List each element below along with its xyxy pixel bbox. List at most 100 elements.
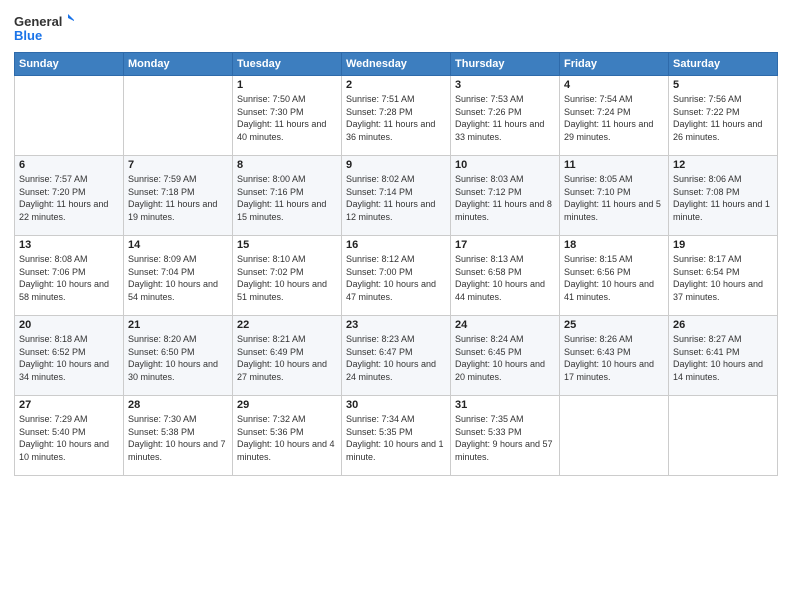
day-info: Sunrise: 7:56 AMSunset: 7:22 PMDaylight:…: [673, 93, 773, 143]
day-number: 9: [346, 159, 446, 171]
day-info: Sunrise: 7:54 AMSunset: 7:24 PMDaylight:…: [564, 93, 664, 143]
calendar-cell: 21 Sunrise: 8:20 AMSunset: 6:50 PMDayligh…: [124, 316, 233, 396]
calendar-cell: 31Sunrise: 7:35 AMSunset: 5:33 PMDayligh…: [451, 396, 560, 476]
day-info: Sunrise: 8:15 AMSunset: 6:56 PMDaylight:…: [564, 253, 664, 303]
day-number: 14: [128, 239, 228, 251]
calendar-cell: 30 Sunrise: 7:34 AMSunset: 5:35 PMDayligh…: [342, 396, 451, 476]
day-number: 13: [19, 239, 119, 251]
calendar-cell: 18 Sunrise: 8:15 AMSunset: 6:56 PMDayligh…: [560, 236, 669, 316]
calendar-cell: 7 Sunrise: 7:59 AMSunset: 7:18 PMDaylight…: [124, 156, 233, 236]
day-number: 2: [346, 79, 446, 91]
weekday-header-wednesday: Wednesday: [342, 53, 451, 76]
calendar-cell: [124, 76, 233, 156]
calendar-table: SundayMondayTuesdayWednesdayThursdayFrid…: [14, 52, 778, 476]
day-info: Sunrise: 7:35 AMSunset: 5:33 PMDaylight:…: [455, 413, 555, 463]
calendar-cell: 10 Sunrise: 8:03 AMSunset: 7:12 PMDayligh…: [451, 156, 560, 236]
calendar-cell: 9Sunrise: 8:02 AMSunset: 7:14 PMDaylight…: [342, 156, 451, 236]
day-number: 8: [237, 159, 337, 171]
day-number: 4: [564, 79, 664, 91]
day-info: Sunrise: 7:59 AMSunset: 7:18 PMDaylight:…: [128, 173, 228, 223]
calendar-cell: 17Sunrise: 8:13 AMSunset: 6:58 PMDayligh…: [451, 236, 560, 316]
day-info: Sunrise: 8:20 AMSunset: 6:50 PMDaylight:…: [128, 333, 228, 383]
day-info: Sunrise: 7:29 AMSunset: 5:40 PMDaylight:…: [19, 413, 119, 463]
day-info: Sunrise: 8:24 AMSunset: 6:45 PMDaylight:…: [455, 333, 555, 383]
day-number: 1: [237, 79, 337, 91]
day-info: Sunrise: 7:53 AMSunset: 7:26 PMDaylight:…: [455, 93, 555, 143]
weekday-header-saturday: Saturday: [669, 53, 778, 76]
day-number: 26: [673, 319, 773, 331]
day-number: 11: [564, 159, 664, 171]
day-number: 21: [128, 319, 228, 331]
day-number: 23: [346, 319, 446, 331]
logo-svg: General Blue: [14, 10, 74, 46]
calendar-cell: 4 Sunrise: 7:54 AMSunset: 7:24 PMDaylight…: [560, 76, 669, 156]
calendar-cell: 22 Sunrise: 8:21 AMSunset: 6:49 PMDayligh…: [233, 316, 342, 396]
day-number: 25: [564, 319, 664, 331]
day-number: 22: [237, 319, 337, 331]
day-info: Sunrise: 8:18 AMSunset: 6:52 PMDaylight:…: [19, 333, 119, 383]
weekday-header-thursday: Thursday: [451, 53, 560, 76]
day-number: 24: [455, 319, 555, 331]
day-info: Sunrise: 7:34 AMSunset: 5:35 PMDaylight:…: [346, 413, 446, 463]
day-info: Sunrise: 8:26 AMSunset: 6:43 PMDaylight:…: [564, 333, 664, 383]
calendar-cell: 11 Sunrise: 8:05 AMSunset: 7:10 PMDayligh…: [560, 156, 669, 236]
day-number: 19: [673, 239, 773, 251]
calendar-cell: 16Sunrise: 8:12 AMSunset: 7:00 PMDayligh…: [342, 236, 451, 316]
calendar-cell: 2 Sunrise: 7:51 AMSunset: 7:28 PMDaylight…: [342, 76, 451, 156]
calendar-cell: 23 Sunrise: 8:23 AMSunset: 6:47 PMDayligh…: [342, 316, 451, 396]
calendar-cell: 27Sunrise: 7:29 AMSunset: 5:40 PMDayligh…: [15, 396, 124, 476]
weekday-header-monday: Monday: [124, 53, 233, 76]
day-info: Sunrise: 8:23 AMSunset: 6:47 PMDaylight:…: [346, 333, 446, 383]
day-info: Sunrise: 7:51 AMSunset: 7:28 PMDaylight:…: [346, 93, 446, 143]
weekday-header-sunday: Sunday: [15, 53, 124, 76]
day-number: 30: [346, 399, 446, 411]
day-info: Sunrise: 8:12 AMSunset: 7:00 PMDaylight:…: [346, 253, 446, 303]
weekday-header-friday: Friday: [560, 53, 669, 76]
day-info: Sunrise: 7:30 AMSunset: 5:38 PMDaylight:…: [128, 413, 228, 463]
calendar-week-3: 13 Sunrise: 8:08 AMSunset: 7:06 PMDayligh…: [15, 236, 778, 316]
calendar-week-4: 20 Sunrise: 8:18 AMSunset: 6:52 PMDayligh…: [15, 316, 778, 396]
svg-text:General: General: [14, 14, 62, 29]
day-number: 29: [237, 399, 337, 411]
calendar-cell: [560, 396, 669, 476]
day-number: 5: [673, 79, 773, 91]
calendar-cell: 25 Sunrise: 8:26 AMSunset: 6:43 PMDayligh…: [560, 316, 669, 396]
calendar-cell: 5 Sunrise: 7:56 AMSunset: 7:22 PMDaylight…: [669, 76, 778, 156]
svg-text:Blue: Blue: [14, 28, 42, 43]
day-info: Sunrise: 8:06 AMSunset: 7:08 PMDaylight:…: [673, 173, 773, 223]
day-number: 12: [673, 159, 773, 171]
day-number: 6: [19, 159, 119, 171]
calendar-week-5: 27Sunrise: 7:29 AMSunset: 5:40 PMDayligh…: [15, 396, 778, 476]
day-info: Sunrise: 8:13 AMSunset: 6:58 PMDaylight:…: [455, 253, 555, 303]
calendar-cell: 19 Sunrise: 8:17 AMSunset: 6:54 PMDayligh…: [669, 236, 778, 316]
day-number: 18: [564, 239, 664, 251]
weekday-header-tuesday: Tuesday: [233, 53, 342, 76]
calendar-cell: [15, 76, 124, 156]
day-number: 20: [19, 319, 119, 331]
day-number: 7: [128, 159, 228, 171]
day-number: 3: [455, 79, 555, 91]
day-info: Sunrise: 7:57 AMSunset: 7:20 PMDaylight:…: [19, 173, 119, 223]
calendar-cell: 3 Sunrise: 7:53 AMSunset: 7:26 PMDaylight…: [451, 76, 560, 156]
day-info: Sunrise: 8:17 AMSunset: 6:54 PMDaylight:…: [673, 253, 773, 303]
calendar-week-1: 1 Sunrise: 7:50 AMSunset: 7:30 PMDaylight…: [15, 76, 778, 156]
calendar-cell: 24 Sunrise: 8:24 AMSunset: 6:45 PMDayligh…: [451, 316, 560, 396]
calendar-cell: 26 Sunrise: 8:27 AMSunset: 6:41 PMDayligh…: [669, 316, 778, 396]
day-info: Sunrise: 8:27 AMSunset: 6:41 PMDaylight:…: [673, 333, 773, 383]
day-info: Sunrise: 8:03 AMSunset: 7:12 PMDaylight:…: [455, 173, 555, 223]
day-info: Sunrise: 7:32 AMSunset: 5:36 PMDaylight:…: [237, 413, 337, 463]
header: General Blue: [14, 10, 778, 46]
logo: General Blue: [14, 10, 74, 46]
day-number: 10: [455, 159, 555, 171]
day-info: Sunrise: 8:21 AMSunset: 6:49 PMDaylight:…: [237, 333, 337, 383]
day-info: Sunrise: 8:08 AMSunset: 7:06 PMDaylight:…: [19, 253, 119, 303]
calendar-cell: 15Sunrise: 8:10 AMSunset: 7:02 PMDayligh…: [233, 236, 342, 316]
day-number: 28: [128, 399, 228, 411]
calendar-cell: 29 Sunrise: 7:32 AMSunset: 5:36 PMDayligh…: [233, 396, 342, 476]
calendar-cell: 28 Sunrise: 7:30 AMSunset: 5:38 PMDayligh…: [124, 396, 233, 476]
day-info: Sunrise: 7:50 AMSunset: 7:30 PMDaylight:…: [237, 93, 337, 143]
calendar-week-2: 6 Sunrise: 7:57 AMSunset: 7:20 PMDaylight…: [15, 156, 778, 236]
day-info: Sunrise: 8:05 AMSunset: 7:10 PMDaylight:…: [564, 173, 664, 223]
calendar-cell: 14Sunrise: 8:09 AMSunset: 7:04 PMDayligh…: [124, 236, 233, 316]
calendar-cell: 8Sunrise: 8:00 AMSunset: 7:16 PMDaylight…: [233, 156, 342, 236]
